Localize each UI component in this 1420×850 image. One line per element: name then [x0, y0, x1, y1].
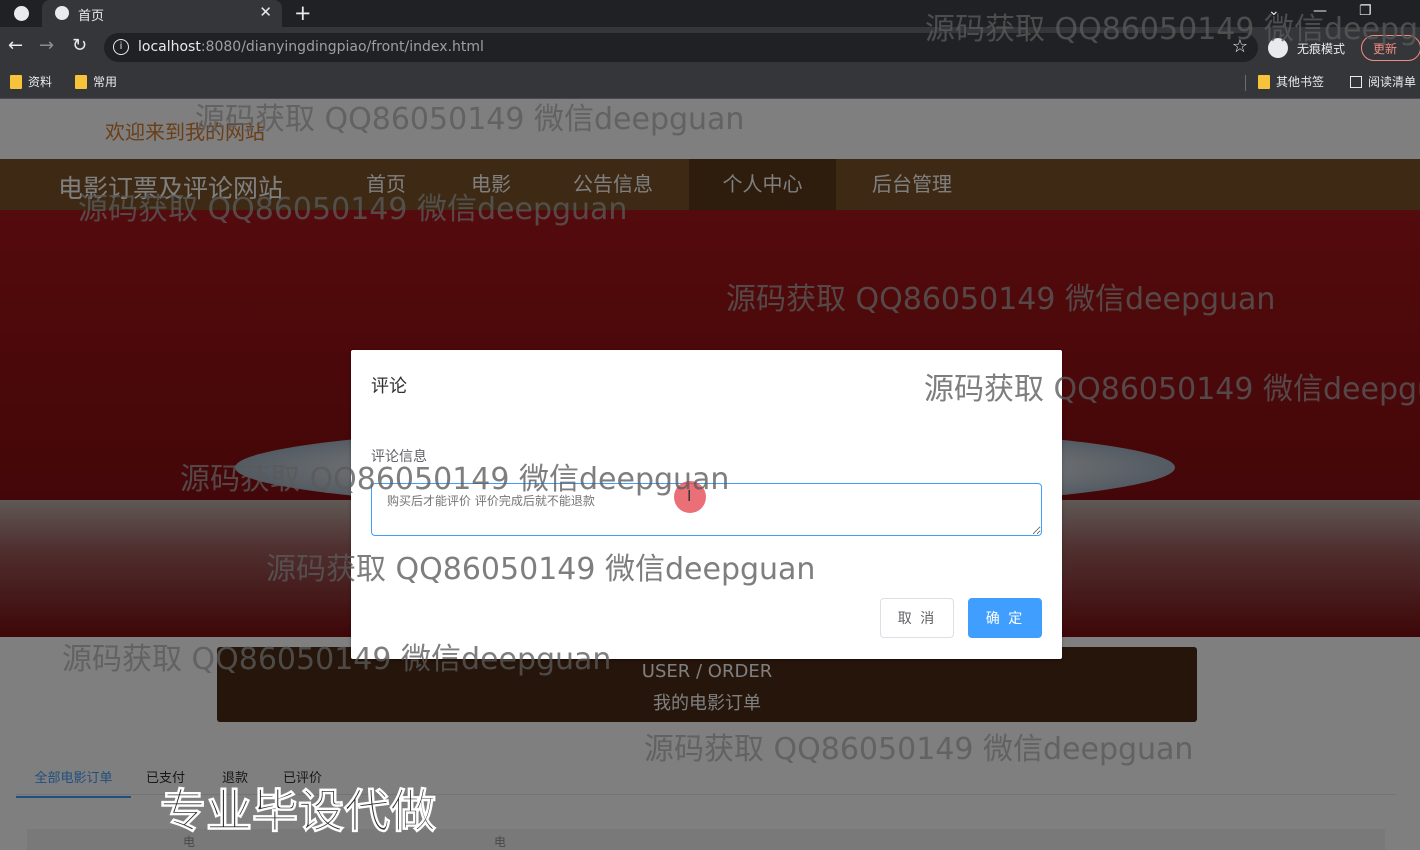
promo-watermark: 专业毕设代做	[160, 784, 437, 839]
comment-textarea[interactable]	[371, 483, 1042, 536]
dialog-title: 评论	[371, 376, 407, 397]
back-arrow-icon[interactable]: ←	[8, 35, 23, 56]
browser-toolbar: ← → ↻ i localhost:8080/dianyingdingpiao/…	[0, 27, 1420, 68]
tab-title: 首页	[78, 9, 105, 24]
other-bookmarks-label: 其他书签	[1276, 75, 1325, 89]
browser-tab-bar: 首页 ✕ + ⌄ — ❐	[0, 0, 1420, 27]
update-button[interactable]: 更新	[1361, 35, 1420, 61]
restore-icon[interactable]: ❐	[1359, 3, 1372, 19]
info-icon[interactable]: i	[113, 39, 129, 55]
reading-list-label: 阅读清单	[1368, 75, 1417, 89]
folder-icon	[10, 74, 22, 89]
bookmark-label: 资料	[28, 75, 53, 89]
reading-list-icon	[1350, 75, 1362, 88]
reading-list[interactable]: 阅读清单	[1350, 73, 1416, 90]
comment-dialog: 评论 评论信息 取 消 确 定	[351, 350, 1062, 659]
browser-tab[interactable]: 首页 ✕	[42, 0, 282, 27]
folder-icon	[1258, 74, 1270, 89]
bookmark-label: 常用	[93, 75, 118, 89]
bookmark-folder-ziliao[interactable]: 资料	[10, 73, 52, 90]
new-tab-button[interactable]: +	[294, 1, 312, 25]
bookmarks-divider	[1245, 75, 1246, 91]
forward-arrow-icon[interactable]: →	[39, 35, 54, 56]
comment-field-label: 评论信息	[371, 449, 427, 465]
globe-icon	[14, 6, 29, 21]
bookmark-folder-changyong[interactable]: 常用	[75, 73, 117, 90]
confirm-button[interactable]: 确 定	[968, 598, 1042, 638]
url-host: localhost	[138, 39, 201, 55]
favicon-icon	[55, 6, 69, 20]
minimize-icon[interactable]: —	[1313, 3, 1327, 19]
other-bookmarks[interactable]: 其他书签	[1258, 73, 1324, 90]
web-page: 欢迎来到我的网站 电影订票及评论网站 首页 电影 公告信息 个人中心 后台管理 …	[0, 99, 1420, 850]
address-bar[interactable]: i localhost:8080/dianyingdingpiao/front/…	[104, 33, 1258, 62]
incognito-label[interactable]: 无痕模式	[1297, 40, 1345, 57]
tab-search-icon[interactable]: ⌄	[1268, 3, 1280, 19]
url-text[interactable]: localhost:8080/dianyingdingpiao/front/in…	[138, 39, 484, 55]
text-cursor-icon	[674, 481, 706, 513]
cancel-button[interactable]: 取 消	[880, 598, 954, 638]
reload-icon[interactable]: ↻	[72, 35, 87, 56]
star-icon[interactable]: ☆	[1232, 36, 1248, 57]
url-path: :8080/dianyingdingpiao/front/index.html	[200, 39, 484, 55]
tab-close-icon[interactable]: ✕	[259, 3, 272, 21]
incognito-icon[interactable]	[1268, 38, 1288, 58]
bookmarks-bar: 资料 常用 其他书签 阅读清单	[0, 68, 1420, 99]
folder-icon	[75, 74, 87, 89]
